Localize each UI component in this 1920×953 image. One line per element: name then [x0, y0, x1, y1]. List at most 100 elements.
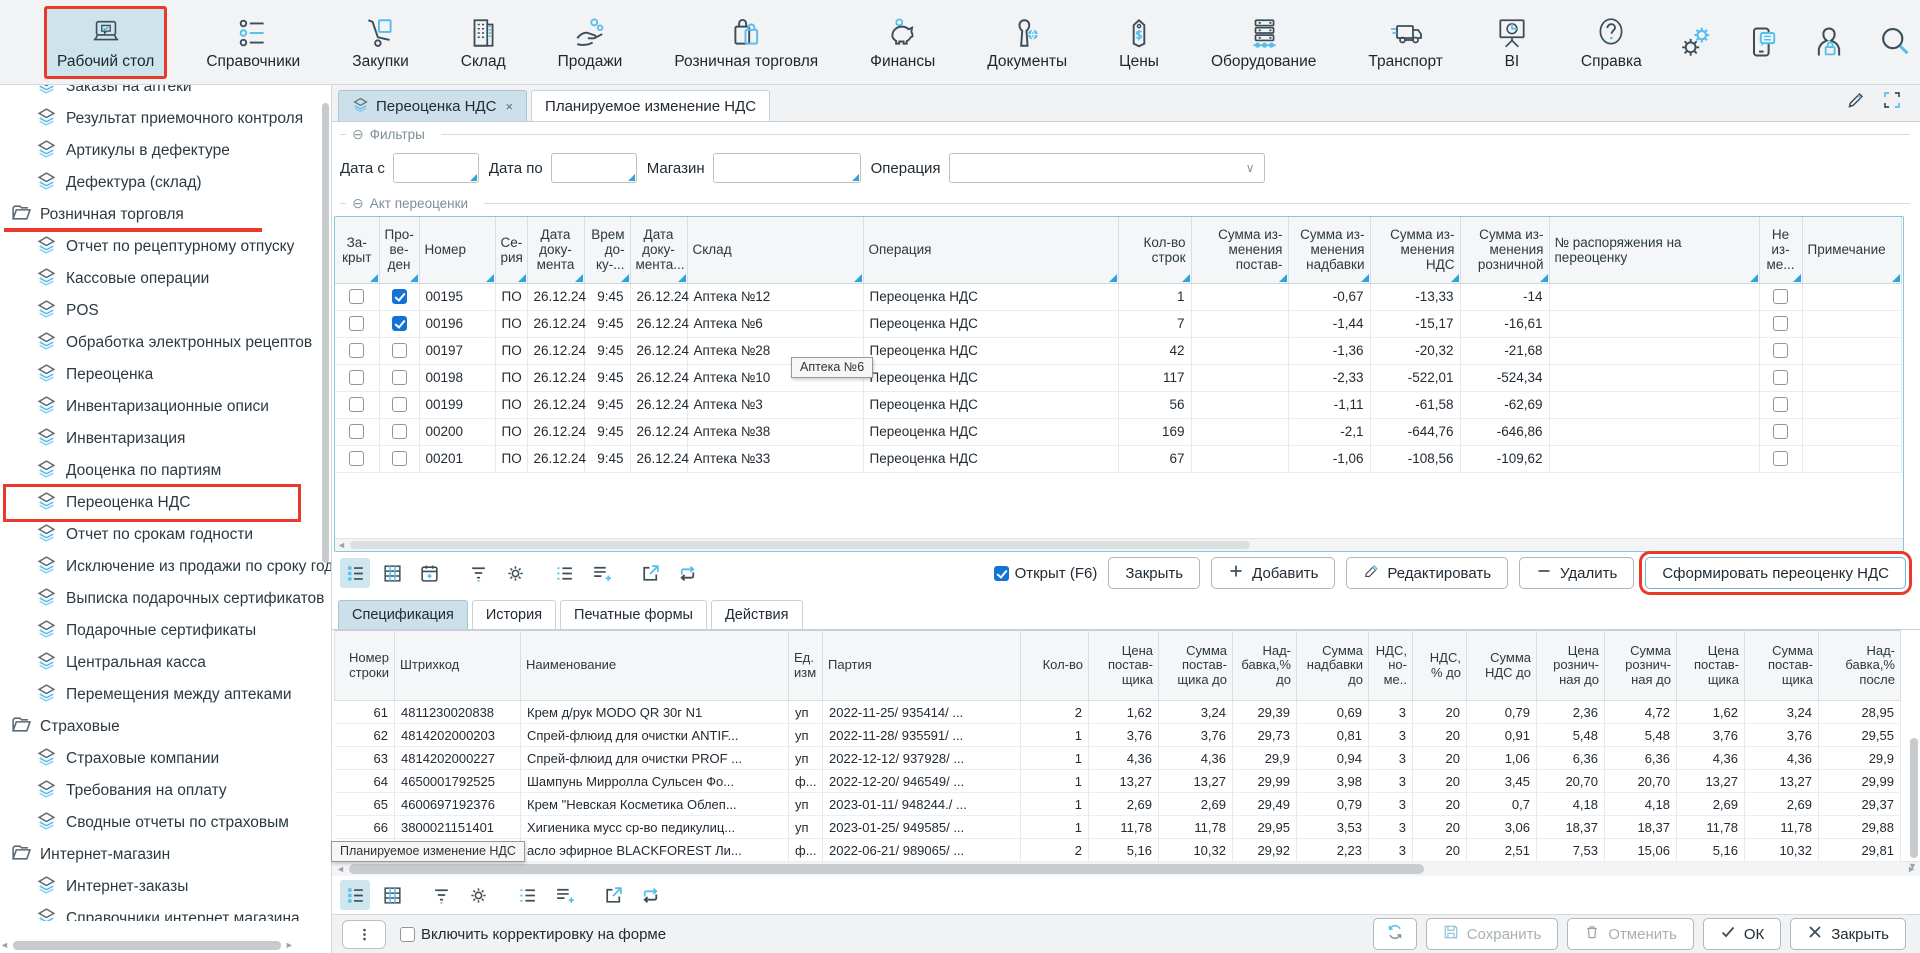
filter-input[interactable]	[551, 153, 637, 183]
user-lock-icon[interactable]	[1811, 24, 1847, 60]
acts-col-header-8[interactable]: Операция	[863, 217, 1118, 283]
detail-row-4[interactable]: 654600697192376Крем "Невская Косметика О…	[335, 793, 1901, 816]
grid-view-icon[interactable]	[377, 880, 407, 910]
acts-col-header-16[interactable]: Примечание	[1802, 217, 1901, 283]
sidebar-item-3[interactable]: Дефектура (склад)	[0, 167, 331, 199]
acts-col-header-11[interactable]: Сумма из-менения надбавки	[1288, 217, 1370, 283]
acts-col-header-4[interactable]: Дата доку-мента	[527, 217, 584, 283]
gear-icon[interactable]	[463, 880, 493, 910]
close-icon[interactable]: ×	[505, 99, 513, 114]
detail-row-5[interactable]: 663800021151401Хигиеника мусс ср-во педи…	[335, 816, 1901, 839]
footer-button-ок[interactable]: ОК	[1703, 918, 1781, 950]
checkbox[interactable]	[1773, 424, 1788, 439]
checkbox[interactable]	[1773, 370, 1788, 385]
checkbox[interactable]	[1773, 316, 1788, 331]
detail-row-2[interactable]: 634814202000227Спрей-флюид для очистки P…	[335, 747, 1901, 770]
sidebar-item-15[interactable]: Исключение из продажи по сроку годности	[0, 551, 331, 583]
toolbar-item-9[interactable]: Оборудование	[1198, 6, 1329, 79]
acts-col-header-5[interactable]: Врем до-ку-...	[584, 217, 630, 283]
open-f6-checkbox[interactable]: Открыт (F6)	[994, 565, 1098, 582]
detail-col-header-11[interactable]: НДС, % до	[1413, 631, 1467, 701]
sidebar-item-25[interactable]: Интернет-заказы	[0, 871, 331, 903]
toolbar-item-2[interactable]: Закупки	[339, 6, 422, 79]
checkbox[interactable]	[392, 451, 407, 466]
button-закрыть[interactable]: Закрыть	[1108, 557, 1200, 589]
sidebar-item-18[interactable]: Центральная касса	[0, 647, 331, 679]
acts-col-header-14[interactable]: № распоряжения на переоценку	[1549, 217, 1759, 283]
checkbox[interactable]	[349, 343, 364, 358]
checkbox[interactable]	[349, 424, 364, 439]
acts-col-header-7[interactable]: Склад	[687, 217, 863, 283]
toolbar-item-5[interactable]: Розничная торговля	[661, 6, 831, 79]
detail-tab-1[interactable]: История	[472, 600, 556, 629]
detail-row-1[interactable]: 624814202000203Спрей-флюид для очистки A…	[335, 724, 1901, 747]
toolbar-item-10[interactable]: Транспорт	[1355, 6, 1456, 79]
detail-col-header-10[interactable]: НДС, но-ме..	[1369, 631, 1413, 701]
acts-row-00200[interactable]: 00200ПО26.12.249:4526.12.24Аптека №38Пер…	[335, 418, 1901, 445]
filter-icon[interactable]	[426, 880, 456, 910]
sidebar-item-7[interactable]: POS	[0, 295, 331, 327]
sidebar-item-11[interactable]: Инвентаризация	[0, 423, 331, 455]
filter-icon[interactable]	[463, 558, 493, 588]
checkbox[interactable]	[1773, 289, 1788, 304]
fullscreen-icon[interactable]	[1882, 90, 1902, 115]
sidebar-item-24[interactable]: Интернет-магазин	[0, 839, 331, 871]
button-редактировать[interactable]: Редактировать	[1346, 557, 1508, 589]
acts-col-header-13[interactable]: Сумма из-менения розничной	[1460, 217, 1549, 283]
sidebar-item-22[interactable]: Требования на оплату	[0, 775, 331, 807]
sidebar-item-12[interactable]: Дооценка по партиям	[0, 455, 331, 487]
sidebar-item-23[interactable]: Сводные отчеты по страховым	[0, 807, 331, 839]
edit-icon[interactable]	[1846, 90, 1866, 115]
toolbar-item-8[interactable]: Цены	[1106, 6, 1172, 79]
tab-1[interactable]: Планируемое изменение НДС	[531, 90, 770, 121]
checkbox[interactable]	[392, 289, 407, 304]
acts-row-00199[interactable]: 00199ПО26.12.249:4526.12.24Аптека №3Пере…	[335, 391, 1901, 418]
reload-icon[interactable]	[635, 880, 665, 910]
search-icon[interactable]	[1877, 24, 1913, 60]
sidebar-item-21[interactable]: Страховые компании	[0, 743, 331, 775]
sidebar-item-16[interactable]: Выписка подарочных сертификатов	[0, 583, 331, 615]
collapse-icon[interactable]: ⊖	[352, 126, 364, 143]
checkbox[interactable]	[1773, 451, 1788, 466]
detail-col-header-8[interactable]: Над-бавка,% до	[1233, 631, 1297, 701]
acts-col-header-3[interactable]: Се-рия	[495, 217, 527, 283]
sidebar-item-9[interactable]: Переоценка	[0, 359, 331, 391]
acts-row-00196[interactable]: 00196ПО26.12.249:4526.12.24Аптека №6Пере…	[335, 310, 1901, 337]
export-icon[interactable]	[635, 558, 665, 588]
detail-vertical-scrollbar[interactable]: ▼	[1907, 630, 1920, 861]
sidebar-item-14[interactable]: Отчет по срокам годности	[0, 519, 331, 551]
collapse-icon[interactable]: ⊖	[352, 195, 364, 212]
detail-col-header-15[interactable]: Цена постав-щика	[1677, 631, 1745, 701]
footer-button-закрыть[interactable]: Закрыть	[1790, 918, 1906, 950]
checkbox[interactable]	[392, 424, 407, 439]
tab-0[interactable]: Переоценка НДС×	[338, 90, 527, 121]
sidebar-horizontal-scrollbar[interactable]: ◄►	[0, 939, 330, 951]
detail-tab-2[interactable]: Печатные формы	[560, 600, 707, 629]
sidebar-item-1[interactable]: Результат приемочного контроля	[0, 103, 331, 135]
button-сформировать-переоценку-ндс[interactable]: Сформировать переоценку НДС	[1645, 557, 1906, 589]
detail-col-header-9[interactable]: Сумма надбавки до	[1297, 631, 1369, 701]
sidebar-item-6[interactable]: Кассовые операции	[0, 263, 331, 295]
acts-row-00201[interactable]: 00201ПО26.12.249:4526.12.24Аптека №33Пер…	[335, 445, 1901, 472]
detail-col-header-17[interactable]: Над-бавка,% после	[1819, 631, 1901, 701]
gear-icon[interactable]	[500, 558, 530, 588]
add-to-list-icon[interactable]	[586, 558, 616, 588]
checkbox[interactable]	[392, 316, 407, 331]
filters-group-header[interactable]: ⊖ Фильтры	[332, 122, 1920, 146]
acts-col-header-0[interactable]: За-крыт	[335, 217, 379, 283]
detail-row-0[interactable]: 614811230020838Крем д/рук MODO QR 30г N1…	[335, 701, 1901, 724]
checkbox[interactable]	[349, 316, 364, 331]
detail-horizontal-scrollbar[interactable]: ◄►	[332, 861, 1920, 876]
toolbar-item-6[interactable]: Финансы	[857, 6, 948, 79]
sidebar-item-8[interactable]: Обработка электронных рецептов	[0, 327, 331, 359]
filter-select[interactable]: ∨	[949, 153, 1265, 183]
calendar-icon[interactable]	[414, 558, 444, 588]
filter-input[interactable]	[713, 153, 861, 183]
sidebar-item-10[interactable]: Инвентаризационные описи	[0, 391, 331, 423]
reload-icon[interactable]	[672, 558, 702, 588]
grid-view-icon[interactable]	[377, 558, 407, 588]
detail-col-header-6[interactable]: Цена постав-щика	[1089, 631, 1159, 701]
sidebar-item-13[interactable]: Переоценка НДС	[0, 487, 331, 519]
detail-col-header-14[interactable]: Сумма рознич-ная до	[1605, 631, 1677, 701]
footer-button-сохранить[interactable]: Сохранить	[1426, 918, 1559, 950]
